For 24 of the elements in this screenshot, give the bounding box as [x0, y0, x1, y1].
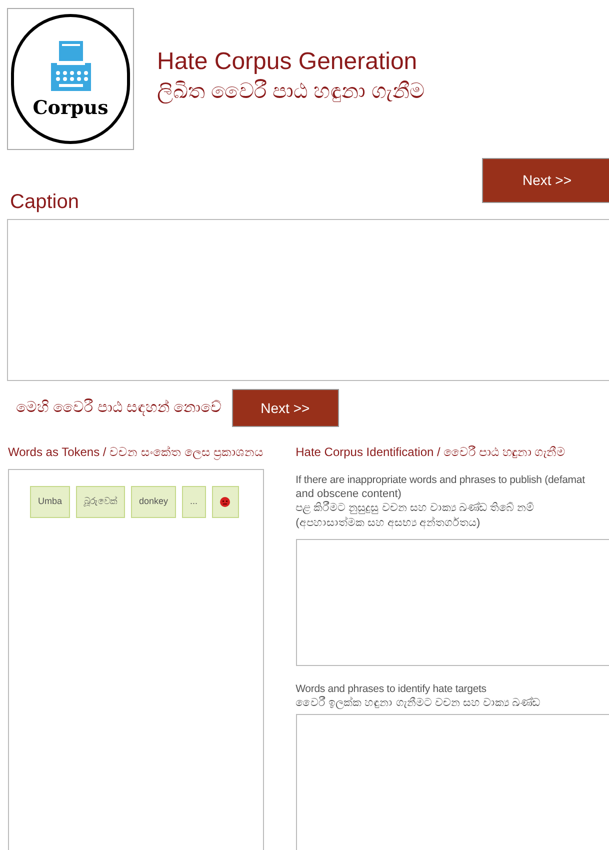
tokens-heading: Words as Tokens / වචන සංකේත ලෙස ප්‍රකාශනය	[8, 444, 264, 461]
angry-face-icon	[220, 497, 230, 507]
page-title: Hate Corpus Generation	[157, 46, 418, 77]
word-token[interactable]: Umba	[30, 486, 70, 518]
field-label: If there are inappropriate words and phrases to publish (defamat	[296, 473, 586, 487]
caption-input[interactable]	[7, 219, 609, 381]
caption-label: Caption	[10, 190, 79, 215]
word-token[interactable]: ...	[182, 486, 206, 518]
field-label: and obscene content)	[296, 487, 402, 501]
word-token[interactable]: බූරුවෙක්	[76, 486, 126, 518]
word-token[interactable]: donkey	[131, 486, 176, 518]
emoji-token[interactable]	[212, 486, 239, 518]
field-label: වෛරී ඉලක්ක හඳුනා ගැනීමට වචන සහ වාක්‍ය ඛණ්ඩ	[296, 696, 542, 711]
next-button[interactable]: Next >>	[482, 158, 609, 203]
no-hate-text: මෙහි වෛරී පාඨ සඳහන් නොවේ	[16, 398, 222, 418]
identification-heading: Hate Corpus Identification / වෛරී පාඨ හඳුනා ගැනීම	[296, 444, 567, 461]
text-area[interactable]	[296, 539, 609, 666]
logo-text: Corpus	[32, 98, 108, 118]
page-subtitle: ලිඛිත වෛරී පාඨ හඳුනා ගැනීම	[157, 78, 424, 106]
next-button[interactable]: Next >>	[232, 389, 339, 427]
field-label: පළ කිරීමට නුසුදුසු වචන සහ වාක්‍ය ඛණ්ඩ තිබේ නම්	[296, 501, 536, 516]
field-label: Words and phrases to identify hate targets	[296, 682, 488, 696]
field-label: (අපහාසාත්මක සහ අසභ්‍ය අන්තර්ගතය)	[296, 516, 482, 531]
text-area[interactable]	[296, 714, 609, 850]
